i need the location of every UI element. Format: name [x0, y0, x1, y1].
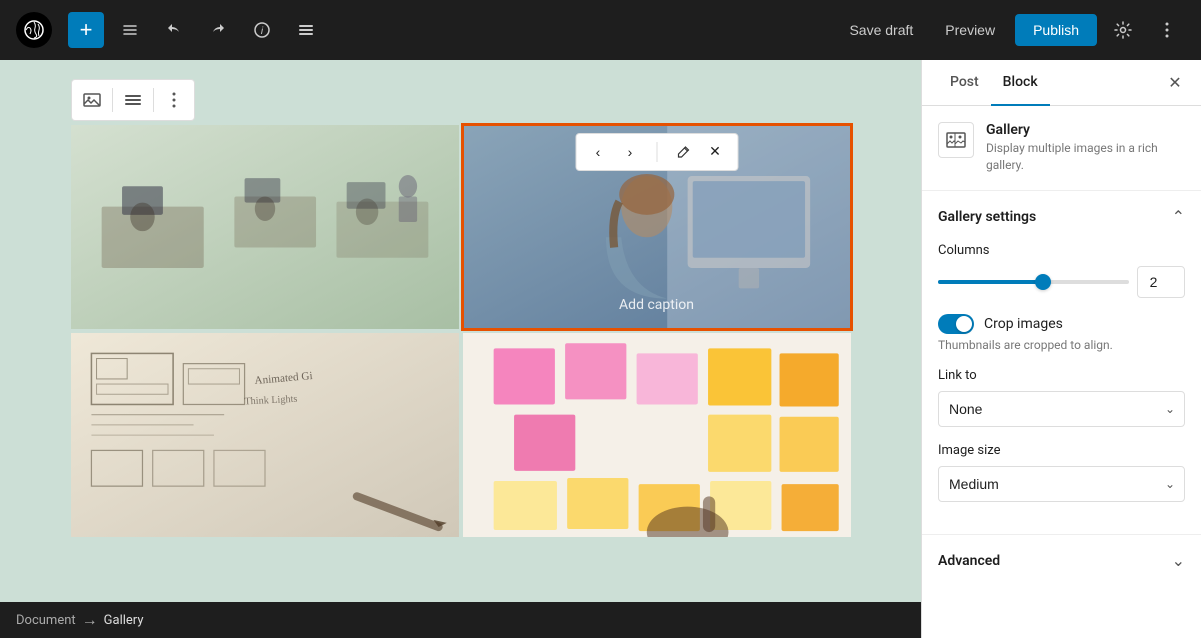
block-info: Gallery Display multiple images in a ric… [922, 106, 1201, 191]
advanced-title: Advanced [938, 553, 1000, 569]
gallery-block[interactable]: ‹ › ✕ [71, 125, 851, 537]
more-options-button[interactable] [1149, 12, 1185, 48]
block-description: Display multiple images in a rich galler… [986, 140, 1185, 174]
image-view-button[interactable] [76, 84, 108, 116]
more-block-options-button[interactable] [158, 84, 190, 116]
add-caption[interactable]: Add caption [619, 297, 694, 313]
toolbar-divider-2 [153, 88, 154, 112]
link-to-select[interactable]: None Media File Attachment Page [938, 391, 1185, 427]
toolbar-divider [112, 88, 113, 112]
block-title: Gallery [986, 122, 1185, 138]
prev-image-button[interactable]: ‹ [584, 138, 612, 166]
top-toolbar: + i [0, 0, 1201, 60]
gallery-item-4[interactable] [463, 333, 851, 537]
block-info-text: Gallery Display multiple images in a ric… [986, 122, 1185, 174]
settings-button[interactable] [1105, 12, 1141, 48]
gallery-block-icon [938, 122, 974, 158]
save-draft-button[interactable]: Save draft [837, 16, 925, 44]
gallery-item-1[interactable] [71, 125, 459, 329]
image-nav-toolbar: ‹ › ✕ [575, 133, 738, 171]
expand-advanced-button[interactable]: ⌄ [1172, 551, 1185, 571]
breadcrumb-arrow: → [82, 610, 98, 630]
crop-images-field: Crop images Thumbnails are cropped to al… [938, 314, 1185, 352]
gallery-settings-section: Gallery settings ⌃ Columns [922, 191, 1201, 535]
crop-images-label: Crop images [984, 316, 1063, 332]
breadcrumb-document[interactable]: Document [16, 613, 76, 628]
link-to-select-wrapper: None Media File Attachment Page ⌄ [938, 391, 1185, 427]
image-size-select-wrapper: Thumbnail Medium Large Full Size ⌄ [938, 466, 1185, 502]
nav-divider [656, 142, 657, 162]
columns-slider-track[interactable] [938, 280, 1129, 284]
right-sidebar: Post Block ✕ Gallery Display multiple im… [921, 60, 1201, 638]
editor-canvas: ‹ › ✕ [0, 60, 921, 638]
main-area: ‹ › ✕ [0, 60, 1201, 638]
preview-button[interactable]: Preview [933, 16, 1007, 44]
toggle-knob [956, 316, 972, 332]
tab-block[interactable]: Block [991, 60, 1050, 106]
advanced-section: Advanced ⌄ [922, 535, 1201, 587]
crop-images-hint: Thumbnails are cropped to align. [938, 338, 1185, 352]
canvas-content: ‹ › ✕ [0, 60, 921, 602]
link-to-label: Link to [938, 368, 1185, 383]
publish-button[interactable]: Publish [1015, 14, 1097, 46]
slider-fill [938, 280, 1043, 284]
tab-post[interactable]: Post [938, 60, 991, 106]
align-button[interactable] [117, 84, 149, 116]
gallery-item-3[interactable]: Animated Gi Think Lights [71, 333, 459, 537]
columns-label: Columns [938, 243, 1185, 258]
sidebar-close-button[interactable]: ✕ [1161, 69, 1189, 97]
list-view-button[interactable] [288, 12, 324, 48]
advanced-header[interactable]: Advanced ⌄ [938, 551, 1185, 571]
gallery-grid: ‹ › ✕ [71, 125, 851, 537]
slider-thumb[interactable] [1035, 274, 1051, 290]
columns-field: Columns [938, 243, 1185, 298]
settings-section-header: Gallery settings ⌃ [938, 207, 1185, 227]
svg-text:i: i [261, 26, 264, 37]
edit-image-button[interactable] [669, 138, 697, 166]
image-size-label: Image size [938, 443, 1185, 458]
remove-image-button[interactable]: ✕ [701, 138, 729, 166]
columns-slider-row [938, 266, 1185, 298]
tools-button[interactable] [112, 12, 148, 48]
undo-button[interactable] [156, 12, 192, 48]
redo-button[interactable] [200, 12, 236, 48]
image-size-field: Image size Thumbnail Medium Large Full S… [938, 443, 1185, 502]
collapse-settings-button[interactable]: ⌃ [1172, 207, 1185, 227]
breadcrumb-current[interactable]: Gallery [104, 613, 144, 628]
info-button[interactable]: i [244, 12, 280, 48]
next-image-button[interactable]: › [616, 138, 644, 166]
toggle-row: Crop images [938, 314, 1185, 334]
image-size-select[interactable]: Thumbnail Medium Large Full Size [938, 466, 1185, 502]
block-toolbar [71, 79, 195, 121]
breadcrumb: Document → Gallery [0, 602, 921, 638]
settings-section-title: Gallery settings [938, 209, 1036, 225]
toolbar-left: + i [16, 12, 324, 48]
wordpress-logo [16, 12, 52, 48]
add-block-button[interactable]: + [68, 12, 104, 48]
gallery-item-2[interactable]: ‹ › ✕ [463, 125, 851, 329]
sidebar-tabs: Post Block ✕ [922, 60, 1201, 106]
columns-input[interactable] [1137, 266, 1185, 298]
toolbar-right: Save draft Preview Publish [837, 12, 1185, 48]
crop-images-toggle[interactable] [938, 314, 974, 334]
link-to-field: Link to None Media File Attachment Page … [938, 368, 1185, 427]
